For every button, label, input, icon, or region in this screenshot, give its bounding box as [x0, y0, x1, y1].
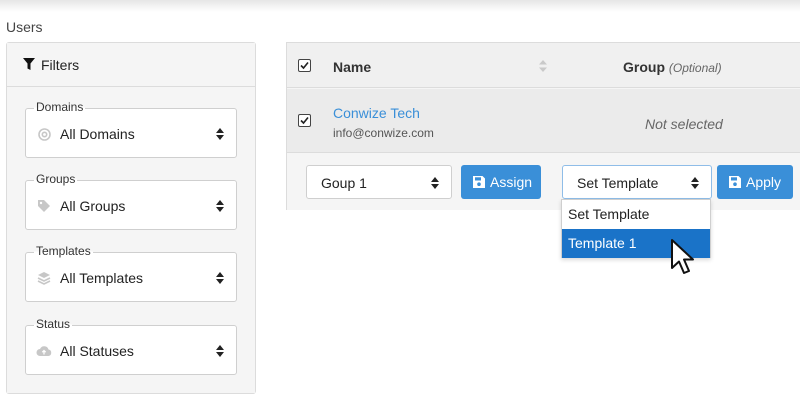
- sort-icon[interactable]: [539, 59, 547, 78]
- tag-icon: [36, 198, 52, 214]
- domains-filter[interactable]: Domains All Domains: [25, 100, 237, 158]
- table-header: Name Group (Optional): [287, 43, 800, 88]
- page-title: Users: [6, 19, 43, 35]
- select-caret-icon: [216, 128, 224, 140]
- group-select-value: Goup 1: [321, 175, 367, 191]
- group-select[interactable]: Goup 1: [306, 165, 452, 199]
- domains-legend: Domains: [34, 100, 86, 114]
- at-icon: [36, 126, 52, 142]
- templates-value: All Templates: [60, 270, 144, 286]
- apply-button[interactable]: Apply: [717, 165, 793, 199]
- domains-value: All Domains: [60, 126, 135, 142]
- select-all-checkbox[interactable]: [298, 59, 311, 72]
- groups-value: All Groups: [60, 198, 126, 214]
- template-select[interactable]: Set Template: [562, 165, 712, 199]
- row-group-value: Not selected: [645, 116, 723, 132]
- filters-title: Filters: [41, 56, 80, 73]
- filters-header: Filters: [7, 43, 255, 87]
- select-caret-icon: [216, 200, 224, 212]
- status-legend: Status: [34, 317, 73, 331]
- column-header-group: Group (Optional): [623, 59, 722, 75]
- user-email: info@conwize.com: [333, 126, 434, 140]
- dropdown-option-set-template[interactable]: Set Template: [562, 200, 710, 229]
- column-header-group-label: Group: [623, 59, 665, 75]
- assign-button[interactable]: Assign: [461, 165, 541, 199]
- users-table: Name Group (Optional) Conwize Tech info@…: [286, 42, 800, 210]
- assign-button-label: Assign: [490, 174, 533, 190]
- mouse-cursor-icon: [671, 239, 694, 274]
- top-shadow-bar: [0, 0, 800, 12]
- column-header-group-hint: (Optional): [668, 61, 722, 75]
- filter-icon: [23, 58, 35, 70]
- template-select-value: Set Template: [577, 175, 659, 191]
- apply-button-label: Apply: [746, 174, 782, 190]
- select-caret-icon: [216, 345, 224, 357]
- status-value: All Statuses: [60, 343, 134, 359]
- status-filter[interactable]: Status All Statuses: [25, 317, 237, 375]
- bulk-actions-bar: Goup 1 Assign Set Template Apply: [287, 154, 800, 210]
- layers-icon: [36, 270, 52, 286]
- templates-legend: Templates: [34, 244, 93, 258]
- select-caret-icon: [431, 177, 439, 189]
- groups-legend: Groups: [34, 172, 78, 186]
- column-header-name[interactable]: Name: [333, 59, 371, 75]
- filters-panel: Filters Domains All Domains Groups All G…: [6, 42, 256, 394]
- cloud-icon: [36, 343, 52, 359]
- table-row: Conwize Tech info@conwize.com Not select…: [287, 89, 800, 153]
- row-checkbox[interactable]: [298, 114, 311, 127]
- groups-filter[interactable]: Groups All Groups: [25, 172, 237, 230]
- user-name-link[interactable]: Conwize Tech: [333, 105, 420, 121]
- templates-filter[interactable]: Templates All Templates: [25, 244, 237, 302]
- select-caret-icon: [216, 272, 224, 284]
- filters-body: Domains All Domains Groups All Groups Te…: [7, 87, 255, 393]
- select-caret-icon: [691, 177, 699, 189]
- save-icon: [473, 176, 485, 188]
- save-icon: [729, 176, 741, 188]
